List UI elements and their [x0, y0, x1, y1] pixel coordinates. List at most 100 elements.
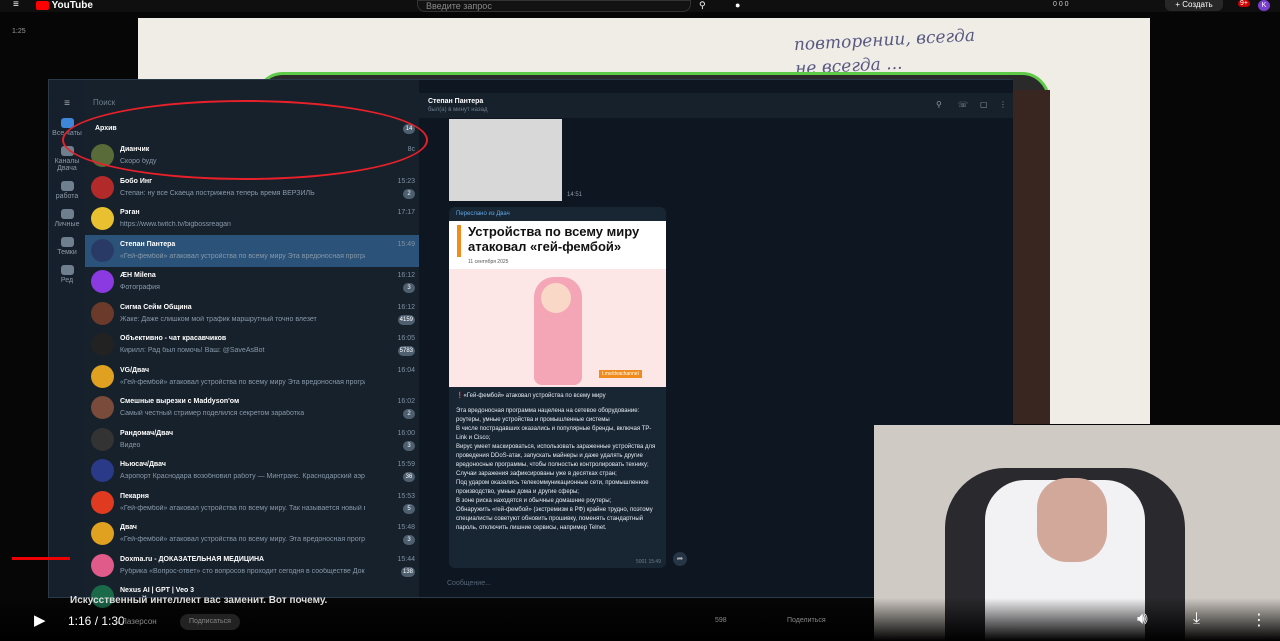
- chat-name: Пекарня: [120, 492, 149, 500]
- chat-time: 16:12: [397, 272, 415, 279]
- chat-time: 16:04: [397, 366, 415, 374]
- chat-time: 16:12: [397, 303, 415, 311]
- chat-row[interactable]: Рэган https://www.twitch.tv/bigbossreaga…: [85, 203, 419, 235]
- youtube-logo[interactable]: YouTube: [36, 0, 93, 11]
- chat-name: Рандомач/Двач: [120, 429, 174, 437]
- progress-bar[interactable]: [12, 557, 70, 560]
- chat-name: Рэган: [120, 209, 140, 216]
- chat-row[interactable]: Смешные вырезки с Maddyson'ом Самый чест…: [85, 392, 419, 424]
- chat-header: Степан Пантера был(а) в минут назад ⚲ ☏ …: [419, 93, 1013, 118]
- chat-preview: Жаке: Даже слишком мой трафик маршрутный…: [120, 315, 317, 323]
- chat-row[interactable]: Степан Пантера «Гей-фембой» атаковал уст…: [85, 234, 419, 267]
- unread-badge: 3: [403, 440, 415, 451]
- chat-row[interactable]: Doxma.ru - ДОКАЗАТЕЛЬНАЯ МЕДИЦИНА Рубрик…: [85, 550, 419, 582]
- avatar: [91, 207, 114, 230]
- chat-preview: Видео: [120, 441, 141, 449]
- chat-name: ÆH Milena: [120, 272, 156, 279]
- unread-badge: 138: [400, 566, 415, 577]
- unread-badge: 2: [403, 188, 415, 199]
- chat-title[interactable]: Степан Пантера: [428, 98, 483, 105]
- sidebar-icon[interactable]: ▢: [980, 100, 988, 109]
- more-options-icon[interactable]: ⋮: [1251, 610, 1267, 630]
- volume-icon[interactable]: 🔊︎: [1137, 609, 1148, 629]
- avatar: [91, 301, 114, 325]
- chat-name: Сигма Сейм Община: [120, 303, 192, 311]
- folder-edit[interactable]: Ред: [49, 265, 85, 284]
- subscribe-button[interactable]: Подписаться: [180, 614, 240, 630]
- chat-row[interactable]: VG/Двач «Гей-фембой» атаковал устройства…: [85, 361, 419, 393]
- avatar: [91, 175, 114, 199]
- chat-row[interactable]: Пекарня «Гей-фембой» атаковал устройства…: [85, 487, 419, 519]
- chat-time: 16:05: [397, 335, 415, 342]
- video-title: Искусственный интеллект вас заменит. Вот…: [70, 595, 328, 606]
- article-title: Устройства по всему миру атаковал «гей-ф…: [468, 224, 640, 254]
- mic-icon[interactable]: ●: [735, 0, 740, 10]
- share-button[interactable]: Поделиться: [787, 617, 826, 624]
- unread-badge: 4159: [397, 314, 415, 325]
- play-icon[interactable]: ▶: [34, 611, 46, 629]
- channel-name[interactable]: н Лазерсон: [115, 617, 157, 626]
- article-tag: t.me/dvachannel: [599, 370, 642, 378]
- chat-row[interactable]: Сигма Сейм Община Жаке: Даже слишком мой…: [85, 298, 419, 330]
- chat-preview: Рубрика «Вопрос-ответ» сто вопросов прох…: [120, 567, 365, 575]
- chat-row[interactable]: Рандомач/Двач Видео 16:00 3: [85, 424, 419, 456]
- webcam-face: [1037, 478, 1107, 562]
- chat-preview: https://www.twitch.tv/bigbossreagan: [120, 221, 231, 228]
- menu-icon[interactable]: ≡: [13, 0, 19, 10]
- avatar[interactable]: K: [1258, 0, 1270, 11]
- chat-row[interactable]: ÆH Milena Фотография 16:12 3: [85, 266, 419, 298]
- unread-badge: 5783: [397, 346, 415, 356]
- exit-fullscreen-icon[interactable]: ⤓: [1193, 610, 1200, 628]
- chat-time: 15:48: [397, 524, 415, 531]
- like-button[interactable]: 598: [715, 617, 727, 624]
- avatar: [91, 459, 114, 482]
- share-icon[interactable]: ➦: [673, 552, 687, 566]
- notification-badge[interactable]: 9+: [1238, 0, 1250, 7]
- chat-preview: «Гей-фембой» атаковал устройства по всем…: [120, 536, 365, 543]
- search-input[interactable]: Введите запрос: [417, 0, 691, 12]
- message-meta: 5001 15:49: [635, 559, 661, 565]
- unread-badge: 36: [403, 472, 415, 482]
- forwarded-message[interactable]: Переслано из Двач Устройства по всему ми…: [449, 207, 666, 568]
- chat-name: Nexus AI | GPT | Veo 3: [120, 587, 195, 594]
- chat-time: 15:49: [397, 240, 415, 248]
- article-card[interactable]: Устройства по всему миру атаковал «гей-ф…: [449, 221, 666, 387]
- search-icon[interactable]: ⚲: [936, 100, 942, 109]
- avatar: [91, 364, 114, 388]
- chat-time: 15:59: [397, 461, 415, 468]
- create-button[interactable]: + Создать: [1165, 0, 1223, 11]
- chat-row[interactable]: Объективно - чат красавчиков Кирилл: Рад…: [85, 329, 419, 361]
- photo-message[interactable]: [449, 119, 562, 201]
- hamburger-icon[interactable]: ≡: [49, 98, 85, 109]
- avatar: [91, 522, 114, 545]
- avatar: [91, 396, 114, 419]
- avatar: [91, 427, 114, 451]
- chat-name: Двач: [120, 524, 137, 531]
- folder-work[interactable]: работа: [49, 181, 85, 200]
- chat-name: Степан Пантера: [120, 240, 176, 248]
- unread-badge: 5: [403, 503, 415, 514]
- search-icon[interactable]: ⚲: [699, 0, 706, 11]
- unread-badge: 3: [403, 535, 415, 545]
- chat-row[interactable]: Двач «Гей-фембой» атаковал устройства по…: [85, 518, 419, 550]
- chat-preview: Фотография: [120, 284, 160, 291]
- stats-badge: 0 0 0: [1053, 1, 1069, 8]
- folder-topics[interactable]: Темки: [49, 237, 85, 256]
- video-time-overlay: 1:25: [12, 28, 26, 35]
- chat-preview: «Гей-фембой» атаковал устройства по всем…: [120, 378, 365, 386]
- chat-time: 16:02: [397, 398, 415, 405]
- avatar: [91, 333, 114, 356]
- chat-status: был(а) в минут назад: [428, 107, 488, 113]
- chat-time: 15:53: [397, 492, 415, 500]
- chat-row[interactable]: Ньюсач/Двач Аэропорт Краснодара возобнов…: [85, 455, 419, 487]
- more-icon[interactable]: ⋮: [999, 100, 1007, 109]
- chat-preview: «Гей-фембой» атаковал устройства по всем…: [120, 504, 365, 512]
- chat-time: 17:17: [397, 209, 415, 216]
- avatar: [91, 238, 114, 262]
- forwarded-label[interactable]: Переслано из Двач: [456, 211, 510, 217]
- photo-time: 14:51: [567, 192, 583, 198]
- message-text: ❗«Гей-фембой» атаковал устройства по все…: [456, 393, 656, 531]
- chat-name: VG/Двач: [120, 366, 150, 374]
- call-icon[interactable]: ☏: [958, 100, 968, 109]
- folder-personal[interactable]: Личные: [49, 209, 85, 228]
